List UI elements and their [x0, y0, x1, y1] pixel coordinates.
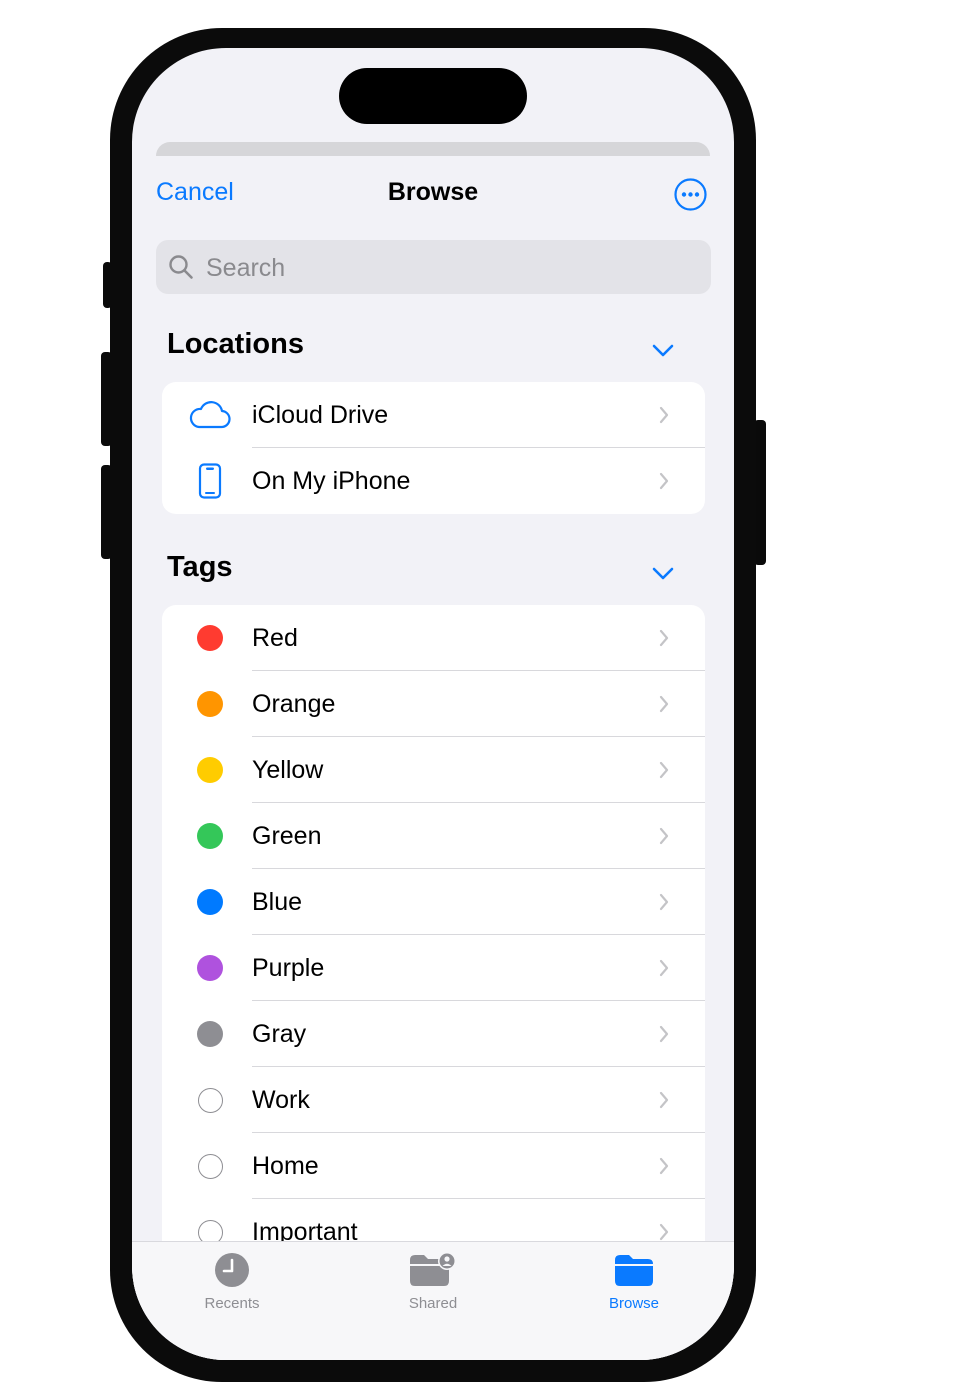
- locations-collapse-chevron-icon[interactable]: [652, 344, 674, 358]
- folder-icon: [615, 1255, 653, 1286]
- phone-frame: Cancel Browse Locations: [110, 28, 756, 1382]
- tag-label: Green: [252, 822, 322, 850]
- location-label: iCloud Drive: [252, 401, 389, 429]
- tag-item-red[interactable]: Red: [162, 605, 705, 671]
- tab-label: Recents: [204, 1295, 260, 1312]
- chevron-right-icon: [659, 761, 669, 779]
- chevron-right-icon: [659, 1025, 669, 1043]
- tag-item-yellow[interactable]: Yellow: [162, 737, 705, 803]
- locations-header: Locations: [167, 328, 304, 360]
- clock-icon: [215, 1253, 249, 1287]
- tag-label: Gray: [252, 1020, 307, 1048]
- tag-label: Yellow: [252, 756, 324, 784]
- tag-empty-circle-icon: [197, 1087, 223, 1113]
- search-input[interactable]: [204, 240, 688, 296]
- tag-item-purple[interactable]: Purple: [162, 935, 705, 1001]
- chevron-right-icon: [659, 629, 669, 647]
- locations-list: iCloud Drive On My iPhone: [162, 382, 705, 514]
- chevron-right-icon: [659, 472, 669, 490]
- tab-label: Browse: [608, 1295, 660, 1312]
- tag-item-orange[interactable]: Orange: [162, 671, 705, 737]
- tag-color-dot-icon: [197, 1021, 223, 1047]
- more-options-button[interactable]: [674, 178, 707, 211]
- tag-item-gray[interactable]: Gray: [162, 1001, 705, 1067]
- tag-label: Purple: [252, 954, 325, 982]
- chevron-right-icon: [659, 1157, 669, 1175]
- tag-item-green[interactable]: Green: [162, 803, 705, 869]
- location-item-on-my-iphone[interactable]: On My iPhone: [162, 448, 705, 514]
- phone-screen: Cancel Browse Locations: [132, 48, 734, 1360]
- tag-color-dot-icon: [197, 625, 223, 651]
- tag-color-dot-icon: [197, 955, 223, 981]
- iphone-icon: [198, 463, 222, 499]
- tag-empty-circle-icon: [197, 1153, 223, 1179]
- chevron-right-icon: [659, 1091, 669, 1109]
- tag-color-dot-icon: [197, 691, 223, 717]
- tag-label: Home: [252, 1152, 319, 1180]
- tab-bar: Recents Shared Browse: [132, 1241, 734, 1360]
- tag-item-blue[interactable]: Blue: [162, 869, 705, 935]
- tags-collapse-chevron-icon[interactable]: [652, 567, 674, 581]
- chevron-right-icon: [659, 827, 669, 845]
- chevron-right-icon: [659, 1223, 669, 1241]
- tag-label: Orange: [252, 690, 336, 718]
- tag-color-dot-icon: [197, 889, 223, 915]
- location-label: On My iPhone: [252, 467, 411, 495]
- chevron-right-icon: [659, 959, 669, 977]
- tag-label: Work: [252, 1086, 310, 1114]
- page-title: Browse: [387, 178, 479, 206]
- chevron-right-icon: [659, 406, 669, 424]
- search-icon: [169, 255, 193, 279]
- tag-label: Red: [252, 624, 298, 652]
- tag-item-work[interactable]: Work: [162, 1067, 705, 1133]
- ellipsis-circle-icon: [674, 178, 707, 211]
- dynamic-island: [339, 68, 527, 124]
- shared-folder-icon: [410, 1252, 456, 1286]
- tab-browse[interactable]: Browse: [534, 1242, 734, 1332]
- chevron-right-icon: [659, 893, 669, 911]
- tag-label: Blue: [252, 888, 303, 916]
- tags-list: Red Orange Yellow Green Blue Purple Gray Work Ho…: [162, 605, 705, 1305]
- tab-label: Shared: [408, 1295, 458, 1312]
- tags-header: Tags: [167, 551, 233, 583]
- tab-recents[interactable]: Recents: [132, 1242, 332, 1332]
- cloud-icon: [189, 401, 231, 429]
- search-bar[interactable]: [156, 240, 711, 296]
- tag-color-dot-icon: [197, 757, 223, 783]
- tag-item-home[interactable]: Home: [162, 1133, 705, 1199]
- chevron-right-icon: [659, 695, 669, 713]
- tab-shared[interactable]: Shared: [333, 1242, 533, 1332]
- location-item-icloud-drive[interactable]: iCloud Drive: [162, 382, 705, 448]
- tag-color-dot-icon: [197, 823, 223, 849]
